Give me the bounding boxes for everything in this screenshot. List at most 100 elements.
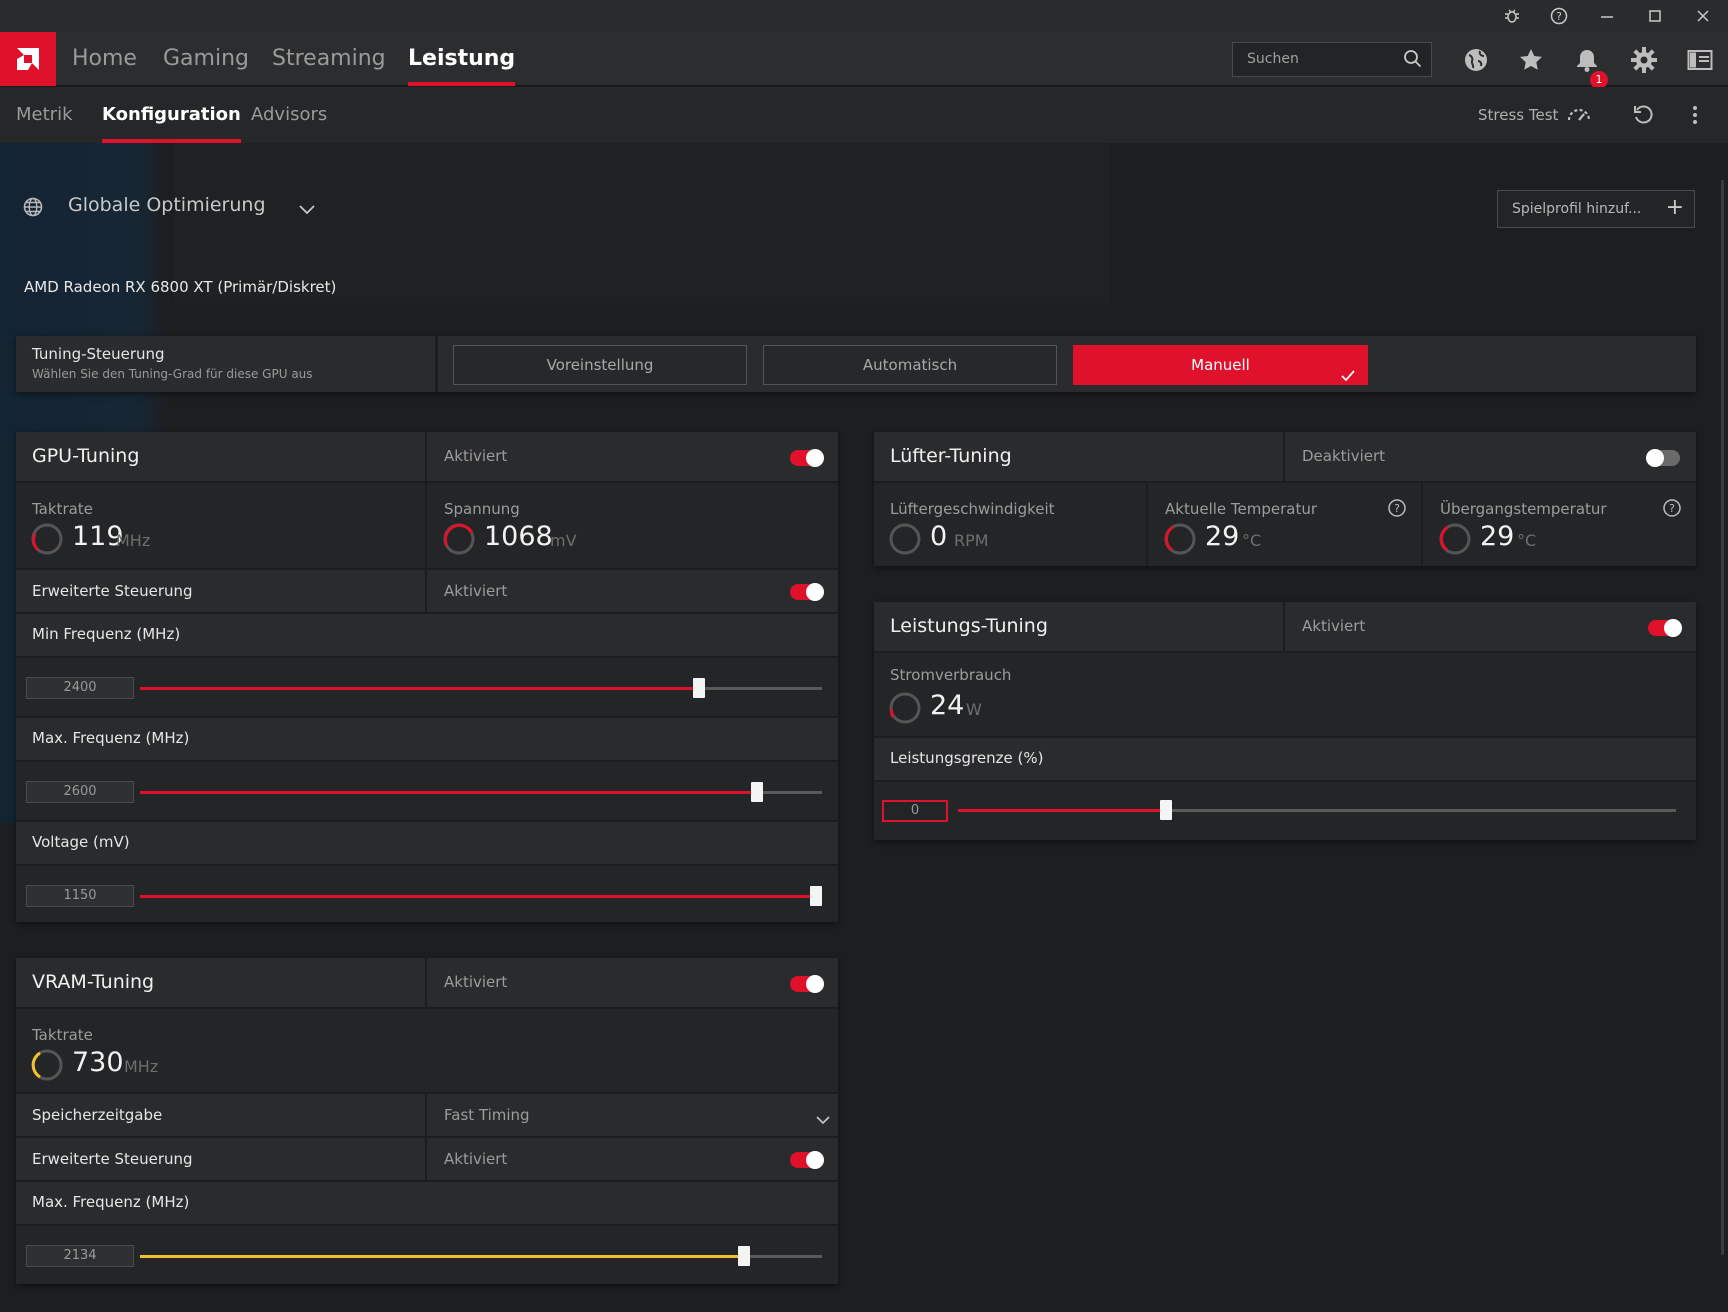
- fan-speed-unit: RPM: [954, 531, 989, 550]
- divider: [1283, 432, 1285, 481]
- memory-timing-value: Fast Timing: [444, 1106, 530, 1124]
- tab-home[interactable]: Home: [72, 32, 137, 86]
- vram-clock-gauge-icon: [31, 1049, 63, 1081]
- toggle-knob: [1664, 619, 1682, 637]
- toggle-knob: [1646, 449, 1664, 467]
- toggle-knob: [806, 583, 824, 601]
- plus-icon: +: [1665, 195, 1684, 220]
- fan-tuning-toggle[interactable]: [1646, 449, 1680, 467]
- min-frequency-slider[interactable]: [140, 678, 822, 698]
- chevron-down-icon: [816, 1110, 830, 1129]
- tab-konfiguration[interactable]: Konfiguration: [102, 87, 241, 143]
- more-options-icon[interactable]: [1692, 104, 1698, 130]
- globe-icon[interactable]: [1461, 45, 1491, 75]
- maximize-icon[interactable]: [1632, 0, 1678, 32]
- add-game-profile-button[interactable]: Spielprofil hinzuf... +: [1497, 190, 1695, 228]
- tab-konfiguration-label: Konfiguration: [102, 104, 241, 125]
- power-limit-input[interactable]: 0: [882, 800, 948, 822]
- power-draw-gauge-icon: [889, 692, 921, 724]
- search-icon[interactable]: [1403, 49, 1423, 73]
- vram-max-frequency-input[interactable]: 2134: [26, 1245, 134, 1267]
- divider: [425, 1138, 427, 1180]
- divider: [435, 336, 438, 392]
- min-frequency-slider-row: 2400: [16, 658, 838, 718]
- vram-tuning-header: VRAM-Tuning Aktiviert: [16, 958, 838, 1009]
- svg-text:?: ?: [1394, 502, 1400, 515]
- divider: [1421, 483, 1423, 566]
- search-input[interactable]: Suchen: [1232, 42, 1432, 77]
- divider: [425, 570, 427, 612]
- toggle-knob: [806, 449, 824, 467]
- add-game-profile-label: Spielprofil hinzuf...: [1512, 201, 1642, 217]
- voltage-unit: mV: [550, 531, 577, 550]
- advanced-control-row: Erweiterte Steuerung Aktiviert: [16, 570, 838, 614]
- memory-timing-dropdown[interactable]: Fast Timing: [427, 1094, 838, 1136]
- main-navigation: Home Gaming Streaming Leistung Suchen 1: [0, 32, 1728, 89]
- reset-icon[interactable]: [1632, 104, 1654, 130]
- power-tuning-toggle[interactable]: [1648, 619, 1682, 637]
- info-help-icon[interactable]: ?: [1662, 498, 1682, 518]
- tab-gaming[interactable]: Gaming: [163, 32, 249, 86]
- vram-clock-unit: MHz: [124, 1057, 159, 1076]
- vram-advanced-control-label: Erweiterte Steuerung: [32, 1150, 193, 1168]
- bug-report-icon[interactable]: [1489, 0, 1535, 32]
- advanced-control-toggle[interactable]: [790, 583, 824, 601]
- automatic-button[interactable]: Automatisch: [763, 345, 1057, 385]
- gpu-tuning-status: Aktiviert: [444, 447, 508, 465]
- preset-button[interactable]: Voreinstellung: [453, 345, 747, 385]
- junction-temp-value: 29: [1480, 521, 1515, 552]
- max-frequency-input[interactable]: 2600: [26, 781, 134, 803]
- fan-speed-label: Lüftergeschwindigkeit: [890, 500, 1055, 518]
- max-frequency-slider[interactable]: [140, 782, 822, 802]
- amd-logo-icon[interactable]: [0, 32, 56, 86]
- tab-leistung[interactable]: Leistung: [408, 32, 516, 86]
- slider-thumb[interactable]: [810, 886, 822, 906]
- chevron-down-icon[interactable]: [298, 200, 316, 219]
- manual-button[interactable]: Manuell: [1073, 345, 1368, 385]
- gpu-tuning-toggle[interactable]: [790, 449, 824, 467]
- slider-fill: [140, 791, 758, 794]
- gpu-metrics-row: Taktrate 119 MHz Spannung 1068 mV: [16, 483, 838, 570]
- settings-gear-icon[interactable]: [1629, 45, 1659, 75]
- divider: [425, 958, 427, 1007]
- junction-temp-unit: °C: [1517, 531, 1537, 550]
- advanced-control-label: Erweiterte Steuerung: [32, 582, 193, 600]
- sidebar-panel-icon[interactable]: [1685, 45, 1715, 75]
- minimize-icon[interactable]: [1584, 0, 1630, 32]
- vram-max-frequency-label: Max. Frequenz (MHz): [32, 1193, 190, 1211]
- tuning-control-title: Tuning-Steuerung: [32, 345, 165, 363]
- voltage-label: Spannung: [444, 500, 520, 518]
- slider-thumb[interactable]: [737, 1246, 750, 1266]
- slider-thumb[interactable]: [1160, 800, 1173, 820]
- stress-test-button[interactable]: Stress Test: [1478, 87, 1558, 143]
- speedometer-icon[interactable]: [1566, 103, 1592, 129]
- vram-max-frequency-slider-row: 2134: [16, 1226, 838, 1284]
- slider-thumb[interactable]: [693, 678, 706, 698]
- vram-tuning-toggle[interactable]: [790, 975, 824, 993]
- profile-selector[interactable]: Globale Optimierung: [68, 194, 266, 216]
- scrollbar[interactable]: [1721, 180, 1724, 1255]
- sub-navigation: Metrik Konfiguration Advisors Stress Tes…: [0, 87, 1728, 143]
- tab-advisors[interactable]: Advisors: [251, 87, 327, 143]
- close-icon[interactable]: [1680, 0, 1726, 32]
- power-metrics-row: Stromverbrauch 24 W: [874, 653, 1696, 738]
- power-draw-unit: W: [966, 700, 982, 719]
- slider-thumb[interactable]: [751, 782, 764, 802]
- divider: [425, 432, 427, 481]
- vram-max-frequency-slider[interactable]: [140, 1246, 822, 1266]
- min-frequency-input[interactable]: 2400: [26, 677, 134, 699]
- tab-metrik[interactable]: Metrik: [16, 87, 73, 143]
- vram-advanced-control-row: Erweiterte Steuerung Aktiviert: [16, 1138, 838, 1182]
- vram-advanced-control-toggle[interactable]: [790, 1151, 824, 1169]
- star-icon[interactable]: [1516, 45, 1546, 75]
- fan-tuning-header: Lüfter-Tuning Deaktiviert: [874, 432, 1696, 483]
- voltage-slider[interactable]: [140, 886, 822, 906]
- help-icon[interactable]: ?: [1536, 0, 1582, 32]
- power-tuning-title: Leistungs-Tuning: [890, 615, 1048, 637]
- voltage-input[interactable]: 1150: [26, 885, 134, 907]
- manual-button-label: Manuell: [1191, 356, 1250, 374]
- tab-streaming[interactable]: Streaming: [272, 32, 386, 86]
- power-limit-slider[interactable]: [958, 800, 1676, 820]
- info-help-icon[interactable]: ?: [1387, 498, 1407, 518]
- power-limit-header: Leistungsgrenze (%): [874, 738, 1696, 782]
